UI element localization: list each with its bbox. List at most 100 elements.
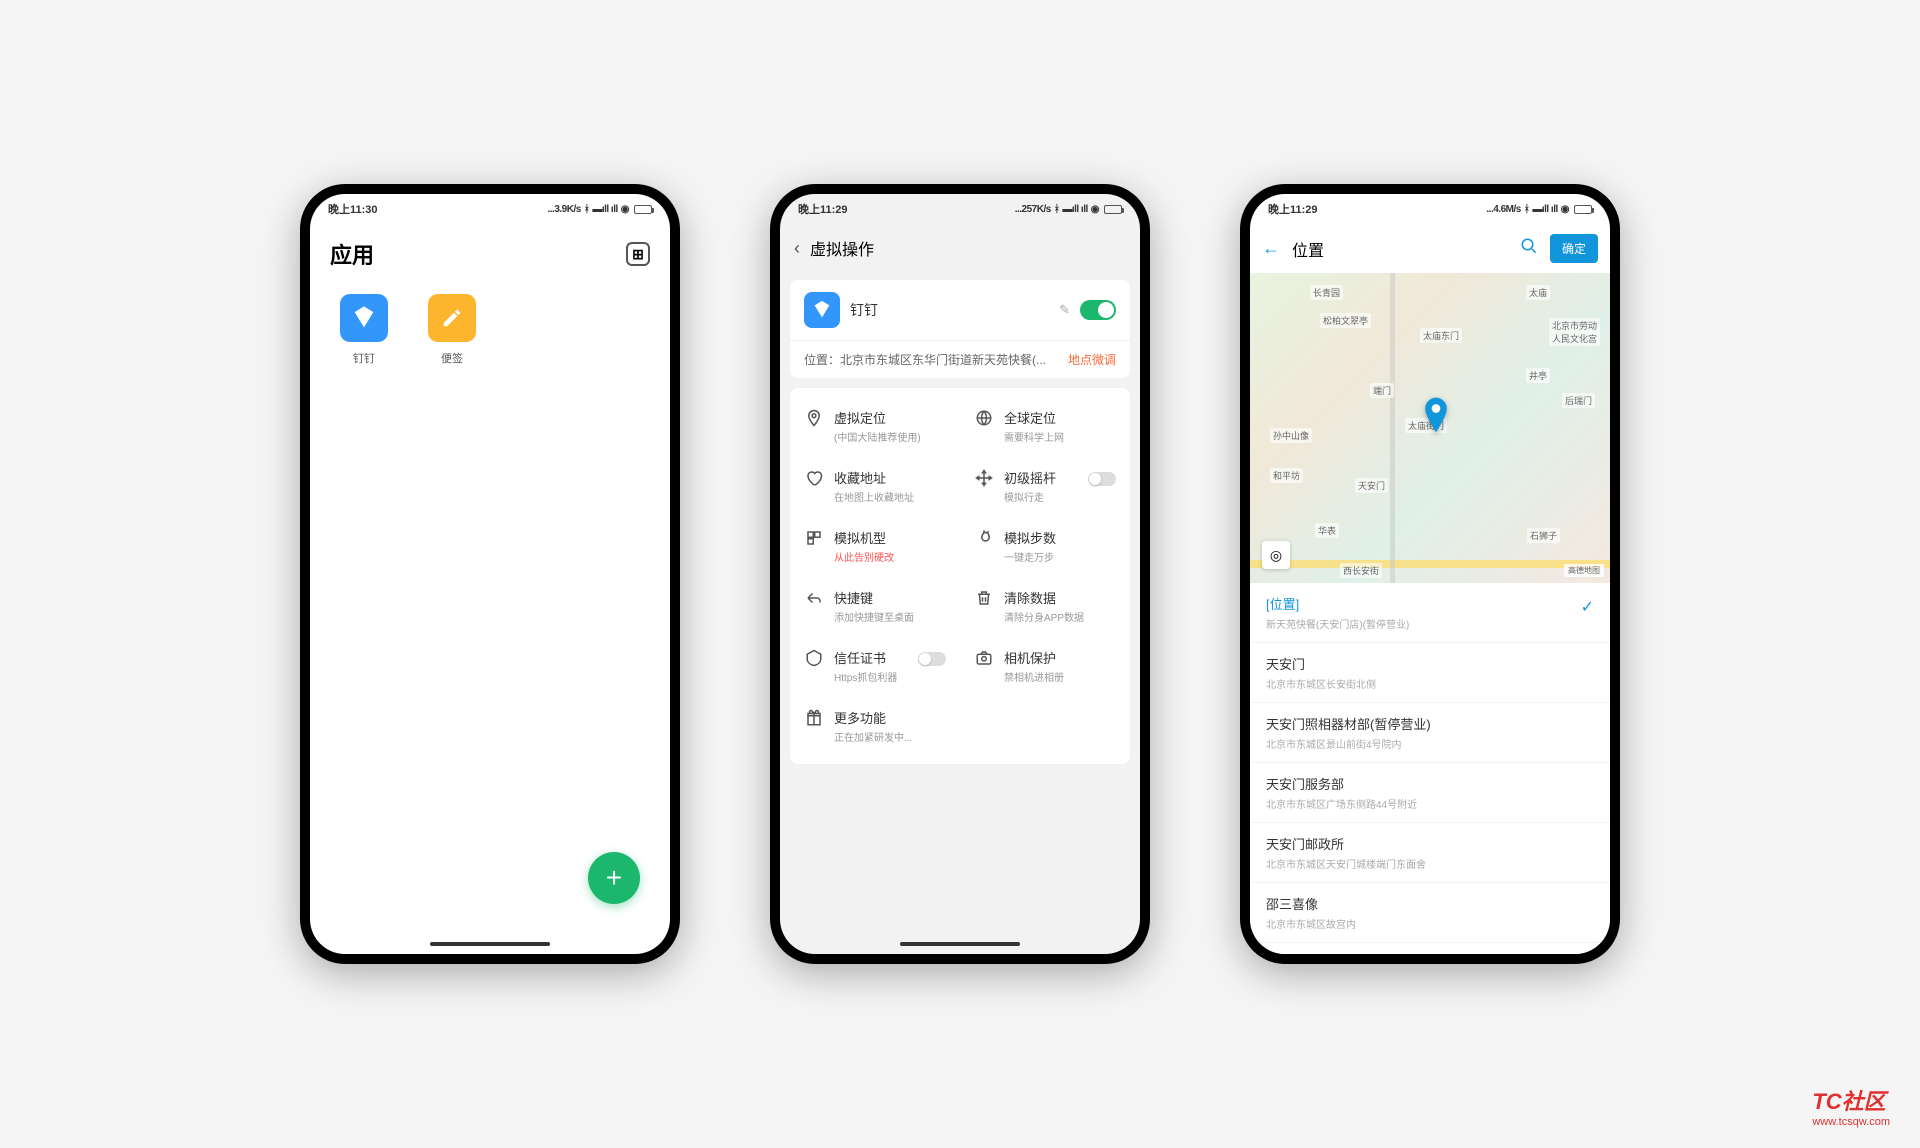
signal-icon: ▬ıll ıll bbox=[1532, 204, 1557, 215]
map-road bbox=[1250, 560, 1610, 568]
result-item[interactable]: 邵三喜像 北京市东城区故宫内 bbox=[1250, 883, 1610, 943]
location-text: 位置：北京市东城区东华门街道新天苑快餐(... bbox=[804, 351, 1068, 368]
map-poi-label: 和平坊 bbox=[1270, 468, 1303, 483]
features-grid: 虚拟定位(中国大陆推荐使用) 全球定位需要科学上网 收藏地址在地图上收藏地址 初… bbox=[790, 388, 1130, 764]
status-bar: 晚上11:30 ...3.9K/s ᚼ ▬ıll ıll ◉ bbox=[310, 194, 670, 224]
map-road bbox=[1390, 273, 1395, 583]
feature-joystick[interactable]: 初级摇杆模拟行走 bbox=[960, 456, 1130, 516]
result-item[interactable]: 天安门邮政所 北京市东城区天安门城楼端门东面舍 bbox=[1250, 823, 1610, 883]
app-name: 钉钉 bbox=[850, 300, 1053, 320]
status-speed: ...257K/s bbox=[1015, 204, 1051, 215]
heart-icon bbox=[804, 468, 824, 488]
header-title: 虚拟操作 bbox=[810, 236, 874, 260]
map-pin-icon bbox=[1423, 397, 1449, 423]
feature-more[interactable]: 更多功能正在加紧研发中... bbox=[790, 696, 960, 756]
location-row[interactable]: 位置：北京市东城区东华门街道新天苑快餐(... 地点微调 bbox=[790, 340, 1130, 378]
virtual-ops-header: ‹ 虚拟操作 bbox=[780, 224, 1140, 272]
location-adjust-link[interactable]: 地点微调 bbox=[1068, 351, 1116, 368]
trash-icon bbox=[974, 588, 994, 608]
search-icon[interactable] bbox=[1520, 237, 1538, 260]
feature-virtual-location[interactable]: 虚拟定位(中国大陆推荐使用) bbox=[790, 396, 960, 456]
wifi-icon: ◉ bbox=[1091, 204, 1099, 215]
watermark-url: www.tcsqw.com bbox=[1812, 1116, 1890, 1128]
map-poi-label: 井亭 bbox=[1526, 368, 1550, 383]
wifi-icon: ◉ bbox=[621, 204, 629, 215]
feature-camera-protect[interactable]: 相机保护禁相机进相册 bbox=[960, 636, 1130, 696]
screen-3: 晚上11:29 ...4.6M/s ᚼ ▬ıll ıll ◉ ← 位置 确定 bbox=[1250, 194, 1610, 954]
result-item[interactable]: 石墩 北京市东城区劳动人民文化宫内 bbox=[1250, 943, 1610, 954]
feature-device-model[interactable]: 模拟机型从此告别硬改 bbox=[790, 516, 960, 576]
apps-header: 应用 ⊞ bbox=[310, 224, 670, 284]
map-poi-label: 天安门 bbox=[1355, 478, 1388, 493]
app-name-label: 钉钉 bbox=[353, 350, 375, 366]
joystick-toggle[interactable] bbox=[1088, 472, 1116, 486]
check-icon: ✓ bbox=[1581, 597, 1594, 617]
app-dingtalk[interactable]: 钉钉 bbox=[340, 294, 388, 366]
status-bar: 晚上11:29 ...257K/s ᚼ ▬ıll ıll ◉ bbox=[780, 194, 1140, 224]
wifi-icon: ◉ bbox=[1561, 204, 1569, 215]
bluetooth-icon: ᚼ bbox=[1054, 204, 1060, 215]
map-poi-label: 北京市劳动 人民文化宫 bbox=[1549, 318, 1600, 346]
add-app-icon[interactable]: ⊞ bbox=[626, 242, 650, 266]
status-right: ...4.6M/s ᚼ ▬ıll ıll ◉ bbox=[1486, 204, 1592, 215]
screen-1: 晚上11:30 ...3.9K/s ᚼ ▬ıll ıll ◉ 应用 ⊞ 钉钉 bbox=[310, 194, 670, 954]
map-poi-label: 孙中山像 bbox=[1270, 428, 1312, 443]
home-indicator[interactable] bbox=[430, 942, 550, 946]
map-poi-label: 后瑞门 bbox=[1562, 393, 1595, 408]
plus-icon: + bbox=[606, 862, 622, 894]
battery-icon bbox=[634, 205, 652, 214]
gift-icon bbox=[804, 708, 824, 728]
result-item[interactable]: 天安门照相器材部(暂停营业) 北京市东城区景山前街4号院内 bbox=[1250, 703, 1610, 763]
battery-icon bbox=[1574, 205, 1592, 214]
map-poi-label: 西长安街 bbox=[1340, 563, 1382, 578]
watermark-brand: TC社区 bbox=[1812, 1084, 1890, 1116]
app-notes[interactable]: 便签 bbox=[428, 294, 476, 366]
location-pin-icon bbox=[804, 408, 824, 428]
signal-icon: ▬ıll ıll bbox=[592, 204, 617, 215]
result-item[interactable]: 天安门 北京市东城区长安街北侧 bbox=[1250, 643, 1610, 703]
app-name-label: 便签 bbox=[441, 350, 463, 366]
home-indicator[interactable] bbox=[900, 942, 1020, 946]
fab-add-button[interactable]: + bbox=[588, 852, 640, 904]
content-1: 应用 ⊞ 钉钉 便签 + bbox=[310, 224, 670, 954]
locate-button[interactable]: ◎ bbox=[1262, 541, 1290, 569]
feature-clear-data[interactable]: 清除数据清除分身APP数据 bbox=[960, 576, 1130, 636]
feature-shortcut[interactable]: 快捷键添加快捷键至桌面 bbox=[790, 576, 960, 636]
bluetooth-icon: ᚼ bbox=[584, 204, 590, 215]
content-3: ← 位置 确定 长青园 太庙 松柏文翠亭 太庙东门 北京市劳动 人民文化宫 端门… bbox=[1250, 224, 1610, 954]
map-view[interactable]: 长青园 太庙 松柏文翠亭 太庙东门 北京市劳动 人民文化宫 端门 井亭 孙中山像… bbox=[1250, 273, 1610, 583]
result-item[interactable]: 天安门服务部 北京市东城区广场东侧路44号附近 bbox=[1250, 763, 1610, 823]
cert-toggle[interactable] bbox=[918, 652, 946, 666]
flame-icon bbox=[974, 528, 994, 548]
status-right: ...257K/s ᚼ ▬ıll ıll ◉ bbox=[1015, 204, 1122, 215]
feature-global-location[interactable]: 全球定位需要科学上网 bbox=[960, 396, 1130, 456]
back-button[interactable]: ← bbox=[1262, 238, 1280, 259]
map-poi-label: 太庙 bbox=[1526, 285, 1550, 300]
master-toggle[interactable] bbox=[1080, 300, 1116, 320]
apps-title: 应用 bbox=[330, 238, 374, 270]
header-title: 位置 bbox=[1292, 237, 1508, 261]
map-poi-label: 长青园 bbox=[1310, 285, 1343, 300]
status-right: ...3.9K/s ᚼ ▬ıll ıll ◉ bbox=[548, 204, 653, 215]
status-speed: ...3.9K/s bbox=[548, 204, 581, 215]
map-attribution: 高德地图 bbox=[1564, 564, 1604, 577]
apps-grid: 钉钉 便签 bbox=[310, 284, 670, 376]
map-poi-label: 太庙东门 bbox=[1420, 328, 1462, 343]
map-poi-label: 端门 bbox=[1370, 383, 1394, 398]
back-button[interactable]: ‹ bbox=[794, 238, 800, 259]
screen-2: 晚上11:29 ...257K/s ᚼ ▬ıll ıll ◉ ‹ 虚拟操作 钉钉… bbox=[780, 194, 1140, 954]
location-results-list[interactable]: [位置] 新天苑快餐(天安门店)(暂停营业) ✓ 天安门 北京市东城区长安街北侧… bbox=[1250, 583, 1610, 954]
device-icon bbox=[804, 528, 824, 548]
edit-icon[interactable]: ✎ bbox=[1059, 302, 1070, 318]
map-poi-label: 松柏文翠亭 bbox=[1320, 313, 1371, 328]
result-item[interactable]: [位置] 新天苑快餐(天安门店)(暂停营业) ✓ bbox=[1250, 583, 1610, 643]
feature-favorite-address[interactable]: 收藏地址在地图上收藏地址 bbox=[790, 456, 960, 516]
feature-step-count[interactable]: 模拟步数一键走万步 bbox=[960, 516, 1130, 576]
feature-trust-cert[interactable]: 信任证书Https抓包利器 bbox=[790, 636, 960, 696]
tag-icon bbox=[804, 648, 824, 668]
bluetooth-icon: ᚼ bbox=[1524, 204, 1530, 215]
phone-1: 晚上11:30 ...3.9K/s ᚼ ▬ıll ıll ◉ 应用 ⊞ 钉钉 bbox=[300, 184, 680, 964]
confirm-button[interactable]: 确定 bbox=[1550, 234, 1598, 263]
status-time: 晚上11:29 bbox=[1268, 201, 1318, 217]
signal-icon: ▬ıll ıll bbox=[1062, 204, 1087, 215]
